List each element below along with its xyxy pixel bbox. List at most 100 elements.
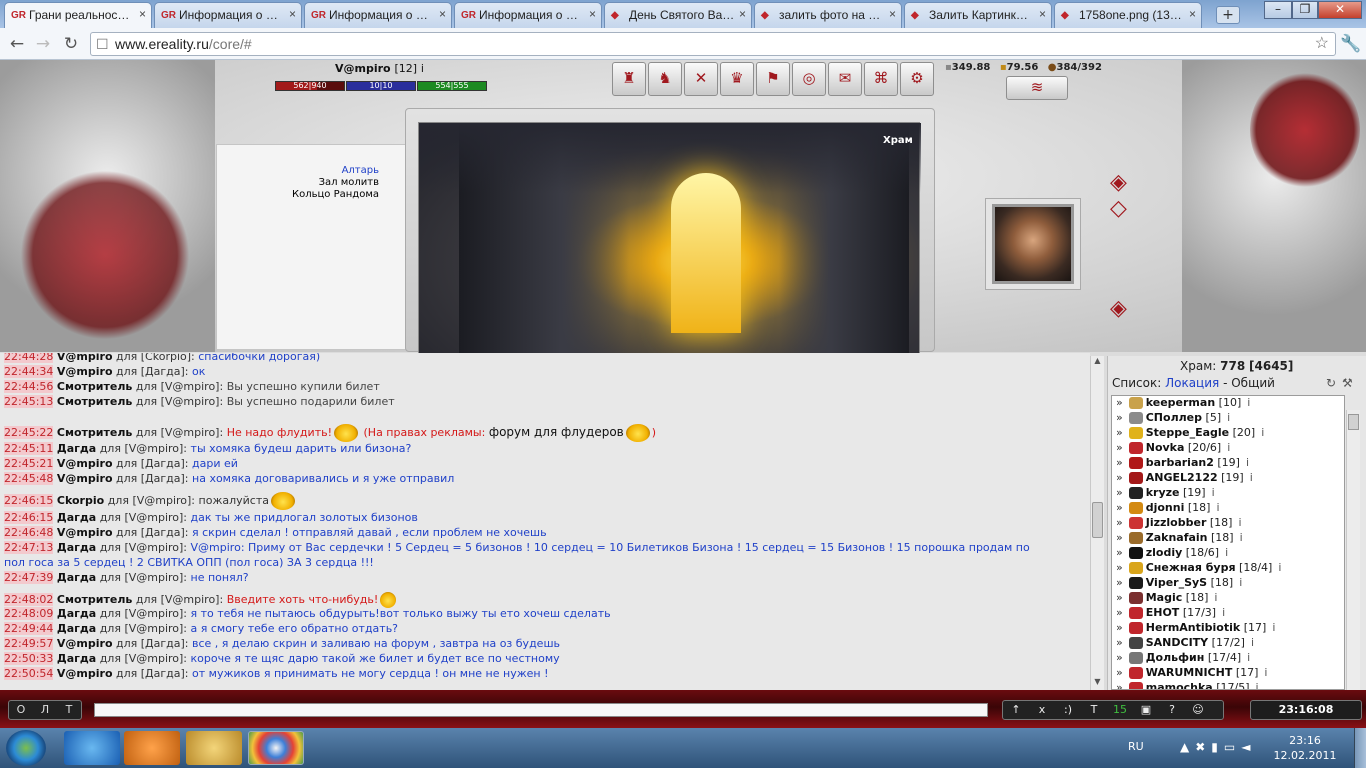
info-icon[interactable]: ⅰ xyxy=(1227,411,1230,424)
player-portrait[interactable] xyxy=(992,204,1074,284)
user-name[interactable]: kryze xyxy=(1146,486,1180,499)
wrench-icon[interactable]: 🔧 xyxy=(1340,33,1362,55)
user-name[interactable]: Steppe_Eagle xyxy=(1146,426,1229,439)
chat-timestamp[interactable]: 22:49:57 xyxy=(4,637,54,650)
chevron-right-icon[interactable]: » xyxy=(1116,621,1123,634)
user-list-item[interactable]: » Снежная буря [18/4] ⅰ xyxy=(1116,561,1281,574)
info-icon[interactable]: ⅰ xyxy=(1216,501,1219,514)
chat-sender[interactable]: V@mpiro xyxy=(57,526,113,539)
chrome-taskbar-icon[interactable] xyxy=(248,731,304,765)
browser-tab[interactable]: ◆ 1758one.png (13… × xyxy=(1054,2,1202,28)
chevron-right-icon[interactable]: » xyxy=(1116,531,1123,544)
user-name[interactable]: EHOT xyxy=(1146,606,1180,619)
chat-timestamp[interactable]: 22:47:13 xyxy=(4,541,54,554)
chat-recipient[interactable]: для [Дагда]: xyxy=(116,472,189,485)
user-name[interactable]: mamochka xyxy=(1146,681,1213,689)
info-icon[interactable]: ⅰ xyxy=(1247,651,1250,664)
chat-tool-button[interactable]: x xyxy=(1029,701,1055,719)
user-name[interactable]: WARUMNICHT xyxy=(1146,666,1233,679)
chat-sender[interactable]: V@mpiro xyxy=(57,667,113,680)
user-list-item[interactable]: » Viper_SyS [18] ⅰ xyxy=(1116,576,1242,589)
user-list-item[interactable]: » ANGEL2122 [19] ⅰ xyxy=(1116,471,1253,484)
user-list-item[interactable]: » EHOT [17/3] ⅰ xyxy=(1116,606,1225,619)
chat-timestamp[interactable]: 22:45:48 xyxy=(4,472,54,485)
back-icon[interactable]: ← xyxy=(6,33,28,55)
menu-character-icon[interactable]: ♜ xyxy=(612,62,646,96)
info-icon[interactable]: ⅰ xyxy=(1251,636,1254,649)
chat-recipient[interactable]: для [Дагда]: xyxy=(116,365,189,378)
user-list-item[interactable]: » Magic [18] ⅰ xyxy=(1116,591,1217,604)
chat-recipient[interactable]: для [Дагда]: xyxy=(116,526,189,539)
user-list-item[interactable]: » Jizzlobber [18] ⅰ xyxy=(1116,516,1242,529)
forward-icon[interactable]: → xyxy=(32,33,54,55)
chat-tool-button[interactable]: T xyxy=(1081,701,1107,719)
location-link[interactable]: Кольцо Рандома xyxy=(292,189,379,201)
chat-recipient[interactable]: для [V@mpiro]: xyxy=(136,395,223,408)
chat-tool-button[interactable]: ? xyxy=(1159,701,1185,719)
chevron-right-icon[interactable]: » xyxy=(1116,681,1123,689)
chat-timestamp[interactable]: 22:47:39 xyxy=(4,571,54,584)
chat-timestamp[interactable]: 22:44:34 xyxy=(4,365,54,378)
menu-map-icon[interactable]: ⌘ xyxy=(864,62,898,96)
user-name[interactable]: djonni xyxy=(1146,501,1185,514)
chevron-right-icon[interactable]: » xyxy=(1116,426,1123,439)
chevron-right-icon[interactable]: » xyxy=(1116,576,1123,589)
chat-sender[interactable]: V@mpiro xyxy=(57,637,113,650)
user-list-item[interactable]: » Steppe_Eagle [20] ⅰ xyxy=(1116,426,1264,439)
chat-sender[interactable]: Дагда xyxy=(57,442,96,455)
user-list-item[interactable]: » keeperman [10] ⅰ xyxy=(1116,396,1250,409)
chat-sender[interactable]: Дагда xyxy=(57,652,96,665)
user-name[interactable]: Novka xyxy=(1146,441,1185,454)
tab-close-icon[interactable]: × xyxy=(889,7,896,21)
chat-recipient[interactable]: для [V@mpiro]: xyxy=(100,511,187,524)
info-icon[interactable]: ⅰ xyxy=(1214,591,1217,604)
user-list-item[interactable]: » kryze [19] ⅰ xyxy=(1116,486,1215,499)
chat-timestamp[interactable]: 22:48:09 xyxy=(4,607,54,620)
chat-sender[interactable]: Ckorpio xyxy=(57,494,104,507)
chat-log[interactable]: 22:44:28 V@mpiro для [Ckorpio]: спасибоч… xyxy=(0,353,1090,690)
menu-search-icon[interactable]: ◎ xyxy=(792,62,826,96)
browser-tab[interactable]: GR Информация о … × xyxy=(454,2,602,28)
media-player-taskbar-icon[interactable] xyxy=(124,731,180,765)
chevron-right-icon[interactable]: » xyxy=(1116,651,1123,664)
chevron-right-icon[interactable]: » xyxy=(1116,501,1123,514)
chat-ad-text[interactable]: форум для флудеров xyxy=(489,425,624,439)
chevron-right-icon[interactable]: » xyxy=(1116,561,1123,574)
user-list-item[interactable]: » mamochka [17/5] ⅰ xyxy=(1116,681,1259,689)
close-window-button[interactable]: ✕ xyxy=(1318,1,1362,19)
chat-scrollbar[interactable]: ▲ ▼ xyxy=(1090,356,1104,690)
user-list-item[interactable]: » СПоллер [5] ⅰ xyxy=(1116,411,1230,424)
player-info[interactable]: V@mpiro [12] ⅰ xyxy=(335,62,424,75)
user-name[interactable]: Viper_SyS xyxy=(1146,576,1207,589)
info-icon[interactable]: ⅰ xyxy=(1240,531,1243,544)
chat-sender[interactable]: Дагда xyxy=(57,571,96,584)
user-name[interactable]: HermAntibiotik xyxy=(1146,621,1240,634)
browser-tab[interactable]: GR Информация о … × xyxy=(154,2,302,28)
menu-mail-icon[interactable]: ✉ xyxy=(828,62,862,96)
tab-close-icon[interactable]: × xyxy=(1039,7,1046,21)
user-list-item[interactable]: » zlodiy [18/6] ⅰ xyxy=(1116,546,1228,559)
browser-tab[interactable]: GR Грани реальнос… × xyxy=(4,2,152,29)
chat-recipient[interactable]: для [V@mpiro]: xyxy=(100,652,187,665)
chat-sender[interactable]: V@mpiro xyxy=(57,365,113,378)
menu-extra-icon[interactable]: ≋ xyxy=(1006,76,1068,100)
tray-icons[interactable]: ▲✖▮▭◄ xyxy=(1180,740,1256,754)
chat-timestamp[interactable]: 22:44:56 xyxy=(4,380,54,393)
refresh-icon[interactable]: ↻ xyxy=(1326,376,1336,390)
info-icon[interactable]: ⅰ xyxy=(1212,486,1215,499)
user-name[interactable]: SANDCITY xyxy=(1146,636,1208,649)
chat-sender[interactable]: V@mpiro xyxy=(57,472,113,485)
scroll-down-icon[interactable]: ▼ xyxy=(1091,677,1104,690)
chat-tool-button[interactable]: ▣ xyxy=(1133,701,1159,719)
chat-recipient[interactable]: для [V@mpiro]: xyxy=(100,571,187,584)
info-icon[interactable]: ⅰ xyxy=(1222,606,1225,619)
show-desktop-button[interactable] xyxy=(1354,728,1366,768)
user-list-item[interactable]: » HermAntibiotik [17] ⅰ xyxy=(1116,621,1275,634)
chat-sender[interactable]: Смотритель xyxy=(57,380,132,393)
chat-timestamp[interactable]: 22:50:33 xyxy=(4,652,54,665)
tab-close-icon[interactable]: × xyxy=(1189,7,1196,21)
user-scroll-thumb[interactable] xyxy=(1348,414,1359,430)
user-list-item[interactable]: » SANDCITY [17/2] ⅰ xyxy=(1116,636,1254,649)
chevron-right-icon[interactable]: » xyxy=(1116,411,1123,424)
chat-recipient[interactable]: для [Дагда]: xyxy=(116,637,189,650)
